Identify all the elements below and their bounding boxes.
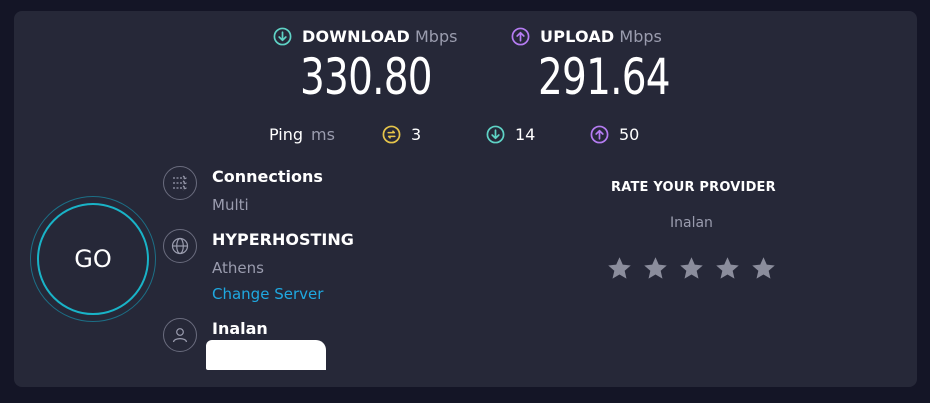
star-icon[interactable] [714, 255, 741, 282]
upload-arrow-circle-icon [511, 27, 530, 46]
star-icon[interactable] [606, 255, 633, 282]
star-icon[interactable] [642, 255, 669, 282]
star-icon[interactable] [678, 255, 705, 282]
go-button[interactable]: GO [37, 203, 149, 315]
upload-header: UPLOAD Mbps [511, 27, 662, 46]
star-icon[interactable] [750, 255, 777, 282]
download-unit: Mbps [414, 27, 458, 46]
ping-idle-icon [382, 125, 401, 144]
download-label: DOWNLOAD [302, 27, 410, 46]
redacted-ip [206, 340, 326, 370]
server-title: HYPERHOSTING [212, 230, 354, 249]
download-arrow-circle-icon [486, 125, 505, 144]
upload-arrow-circle-icon [590, 125, 609, 144]
go-button-ring: GO [30, 196, 156, 322]
connections-title: Connections [212, 167, 323, 186]
download-arrow-circle-icon [273, 27, 292, 46]
star-rating [606, 255, 777, 282]
ping-idle: 3 [382, 125, 421, 144]
ping-label-group: Ping ms [269, 125, 335, 144]
provider-title: Inalan [212, 319, 268, 338]
download-value: 330.80 [300, 48, 433, 106]
ping-download-value: 14 [515, 125, 536, 144]
rate-provider-name: Inalan [670, 215, 713, 231]
change-server-link[interactable]: Change Server [212, 285, 323, 303]
ping-unit: ms [311, 125, 335, 144]
connections-value: Multi [212, 196, 249, 214]
upload-unit: Mbps [619, 27, 662, 46]
download-header: DOWNLOAD Mbps [273, 27, 457, 46]
ping-download: 14 [486, 125, 535, 144]
ping-upload-value: 50 [619, 125, 640, 144]
connections-icon[interactable] [163, 166, 197, 200]
globe-icon [163, 229, 197, 263]
person-icon [163, 318, 197, 352]
server-location: Athens [212, 259, 264, 277]
ping-upload: 50 [590, 125, 639, 144]
upload-label: UPLOAD [540, 27, 615, 46]
ping-idle-value: 3 [411, 125, 422, 144]
speedtest-panel [14, 11, 917, 387]
ping-label: Ping [269, 125, 304, 144]
upload-value: 291.64 [538, 48, 671, 106]
rate-provider-title: RATE YOUR PROVIDER [611, 180, 776, 195]
